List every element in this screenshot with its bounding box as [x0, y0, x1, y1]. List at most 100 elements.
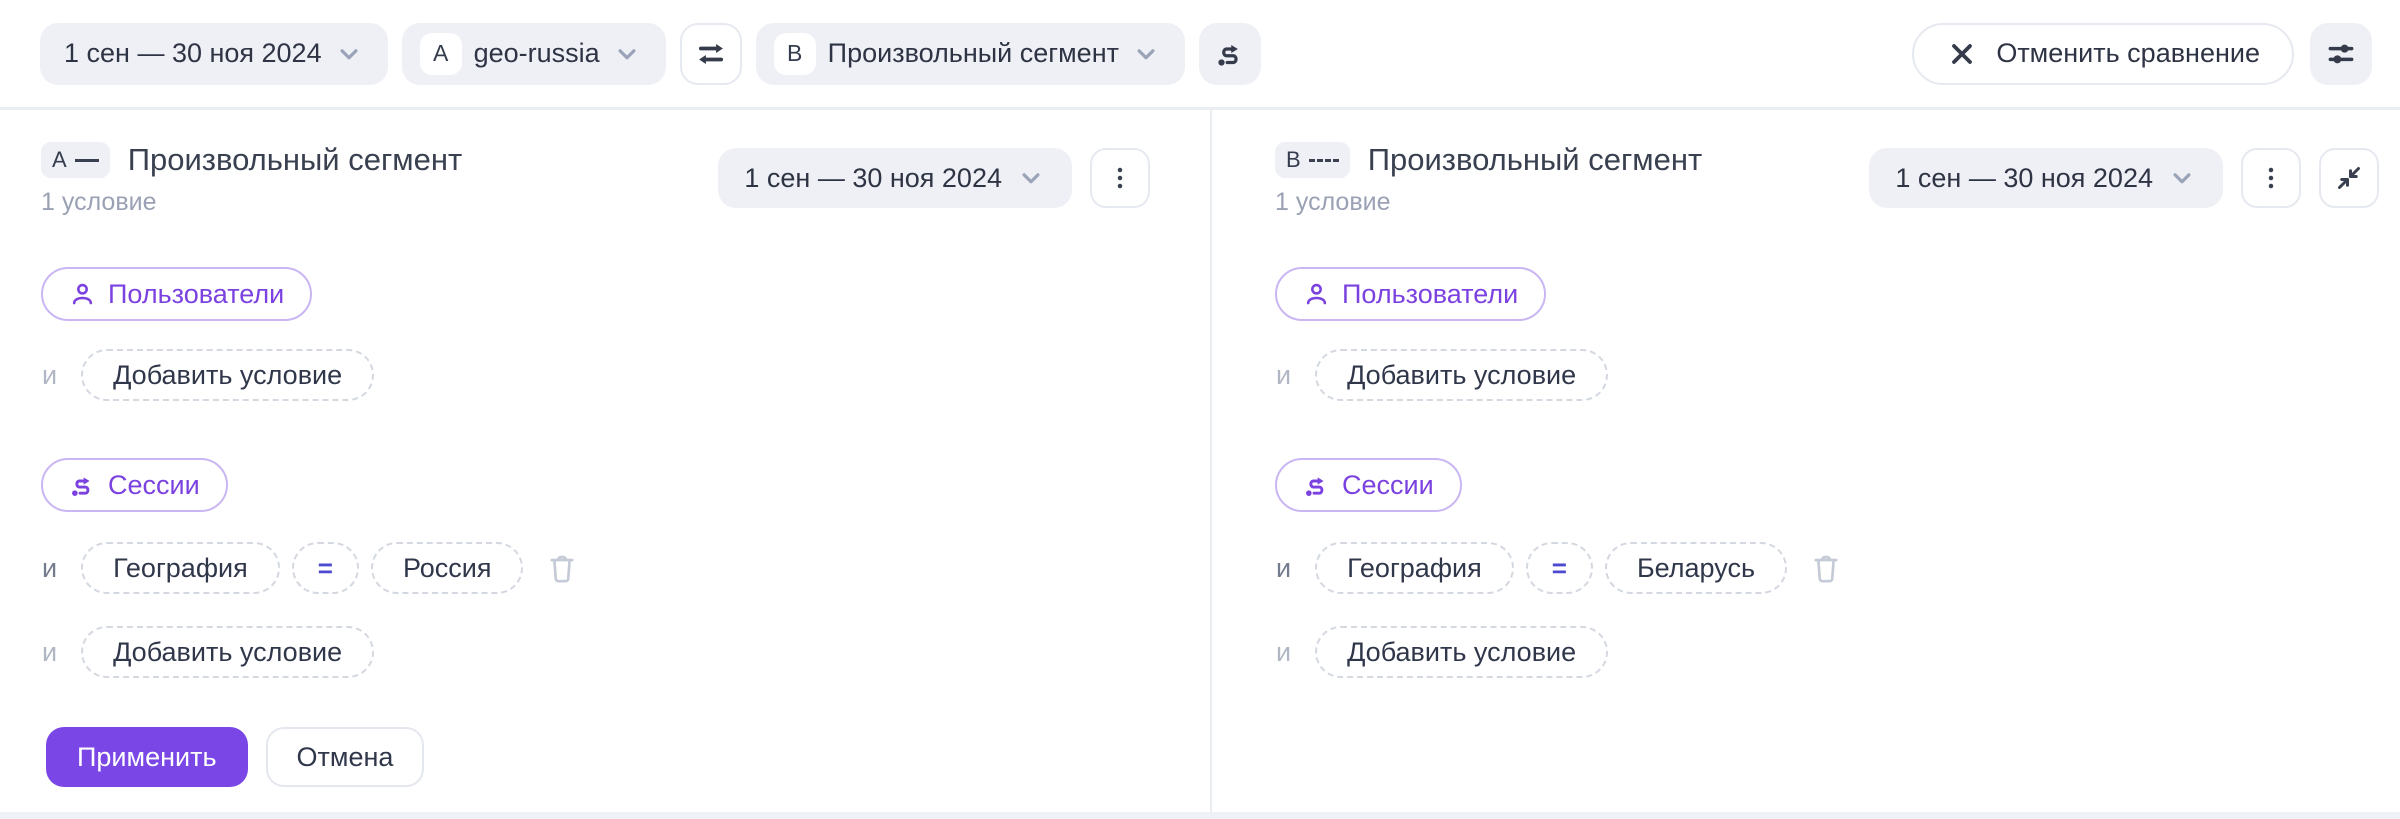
panel-b-title: Произвольный сегмент — [1368, 142, 1702, 178]
panel-a-users-add-condition-button[interactable]: Добавить условие — [81, 349, 374, 401]
users-chip-label: Пользователи — [108, 279, 284, 310]
panel-b-users-chip[interactable]: Пользователи — [1275, 267, 1546, 321]
person-icon — [1303, 281, 1330, 308]
global-date-range-dropdown[interactable]: 1 сен — 30 ноя 2024 — [40, 23, 388, 85]
panel-b-sessions-add-row: и Добавить условие — [1276, 626, 1608, 678]
panel-a-users-add-row: и Добавить условие — [42, 349, 374, 401]
panel-a-sessions-add-row: и Добавить условие — [42, 626, 374, 678]
segment-a-dropdown[interactable]: A geo-russia — [402, 23, 666, 85]
panel-b-collapse-button[interactable] — [2319, 148, 2379, 208]
segment-b-dashed-line-icon — [1309, 159, 1339, 162]
cancel-button[interactable]: Отмена — [266, 727, 425, 787]
bottom-section-edge — [0, 812, 2400, 819]
panel-b-condition-attribute[interactable]: География — [1315, 542, 1514, 594]
settings-button[interactable] — [2310, 23, 2372, 85]
panel-a-menu-button[interactable] — [1090, 148, 1150, 208]
condition-operator-label: = — [318, 553, 333, 584]
trash-icon — [1809, 551, 1843, 585]
swap-segments-button[interactable] — [680, 23, 742, 85]
segments-button[interactable] — [1199, 23, 1261, 85]
global-date-range-label: 1 сен — 30 ноя 2024 — [64, 38, 322, 69]
segment-route-icon — [1215, 39, 1245, 69]
users-chip-label: Пользователи — [1342, 279, 1518, 310]
and-connector: и — [1276, 637, 1291, 668]
panel-b-users-add-condition-button[interactable]: Добавить условие — [1315, 349, 1608, 401]
panel-b-condition-operator[interactable]: = — [1526, 542, 1593, 594]
panel-a-letter: A — [52, 147, 67, 173]
add-condition-label: Добавить условие — [113, 360, 342, 391]
panel-a-sessions-add-condition-button[interactable]: Добавить условие — [81, 626, 374, 678]
panel-b-subtitle: 1 условие — [1275, 188, 1702, 217]
segment-b-name: Произвольный сегмент — [828, 38, 1119, 69]
sessions-chip-label: Сессии — [108, 470, 200, 501]
segment-route-icon — [1303, 472, 1330, 499]
collapse-arrows-icon — [2334, 163, 2364, 193]
panel-b-date-label: 1 сен — 30 ноя 2024 — [1895, 163, 2153, 194]
chevron-down-icon — [612, 39, 642, 69]
panel-a-subtitle: 1 условие — [41, 188, 462, 217]
trash-icon — [545, 551, 579, 585]
panel-b-header: B Произвольный сегмент 1 условие — [1275, 142, 1702, 217]
and-connector: и — [42, 553, 57, 584]
segment-a-name: geo-russia — [474, 38, 600, 69]
condition-operator-label: = — [1552, 553, 1567, 584]
panel-b-sessions-add-condition-button[interactable]: Добавить условие — [1315, 626, 1608, 678]
apply-button[interactable]: Применить — [46, 727, 248, 787]
panel-a-header: A Произвольный сегмент 1 условие — [41, 142, 462, 217]
cancel-comparison-label: Отменить сравнение — [1996, 38, 2260, 69]
sliders-icon — [2325, 38, 2357, 70]
and-connector: и — [1276, 360, 1291, 391]
panel-b-condition-row: и География = Беларусь — [1276, 542, 1843, 594]
segment-b-dropdown[interactable]: B Произвольный сегмент — [756, 23, 1185, 85]
condition-value-label: Россия — [403, 553, 492, 584]
condition-value-label: Беларусь — [1637, 553, 1755, 584]
panel-b-users-add-row: и Добавить условие — [1276, 349, 1608, 401]
kebab-menu-icon — [1105, 163, 1135, 193]
toolbar-right-group: Отменить сравнение — [1912, 23, 2372, 85]
top-toolbar: 1 сен — 30 ноя 2024 A geo-russia B Произ… — [0, 0, 2400, 110]
panel-a-controls: 1 сен — 30 ноя 2024 — [718, 148, 1150, 208]
panel-a-date-dropdown[interactable]: 1 сен — 30 ноя 2024 — [718, 148, 1072, 208]
chevron-down-icon — [2167, 163, 2197, 193]
panel-a-condition-operator[interactable]: = — [292, 542, 359, 594]
panel-a-sessions-chip[interactable]: Сессии — [41, 458, 228, 512]
person-icon — [69, 281, 96, 308]
panel-b-delete-condition-button[interactable] — [1809, 551, 1843, 585]
and-connector: и — [42, 637, 57, 668]
panel-b-controls: 1 сен — 30 ноя 2024 — [1869, 148, 2379, 208]
sessions-chip-label: Сессии — [1342, 470, 1434, 501]
chevron-down-icon — [1131, 39, 1161, 69]
segment-b-letter-badge: B — [774, 33, 816, 75]
panel-a-badge: A — [41, 142, 110, 178]
and-connector: и — [42, 360, 57, 391]
panel-b-letter: B — [1286, 147, 1301, 173]
panel-b-date-dropdown[interactable]: 1 сен — 30 ноя 2024 — [1869, 148, 2223, 208]
chevron-down-icon — [1016, 163, 1046, 193]
panel-a-date-label: 1 сен — 30 ноя 2024 — [744, 163, 1002, 194]
chevron-down-icon — [334, 39, 364, 69]
panel-b-menu-button[interactable] — [2241, 148, 2301, 208]
segment-a-letter-badge: A — [420, 33, 462, 75]
panel-b-sessions-chip[interactable]: Сессии — [1275, 458, 1462, 512]
add-condition-label: Добавить условие — [113, 637, 342, 668]
kebab-menu-icon — [2256, 163, 2286, 193]
close-icon — [1946, 38, 1978, 70]
panel-a-delete-condition-button[interactable] — [545, 551, 579, 585]
cancel-comparison-button[interactable]: Отменить сравнение — [1912, 23, 2294, 85]
segments-editor: A Произвольный сегмент 1 условие 1 сен —… — [0, 110, 2400, 819]
panel-a-condition-attribute[interactable]: География — [81, 542, 280, 594]
panel-a-title: Произвольный сегмент — [128, 142, 462, 178]
panel-b-badge: B — [1275, 142, 1350, 178]
panel-a-users-chip[interactable]: Пользователи — [41, 267, 312, 321]
condition-attribute-label: География — [113, 553, 248, 584]
segment-a-solid-line-icon — [75, 159, 99, 162]
segment-route-icon — [69, 472, 96, 499]
panel-b-condition-value[interactable]: Беларусь — [1605, 542, 1787, 594]
panel-a-actions: Применить Отмена — [46, 727, 424, 787]
panel-divider — [1210, 110, 1212, 812]
and-connector: и — [1276, 553, 1291, 584]
panel-a-condition-row: и География = Россия — [42, 542, 579, 594]
panel-a-condition-value[interactable]: Россия — [371, 542, 524, 594]
condition-attribute-label: География — [1347, 553, 1482, 584]
add-condition-label: Добавить условие — [1347, 360, 1576, 391]
